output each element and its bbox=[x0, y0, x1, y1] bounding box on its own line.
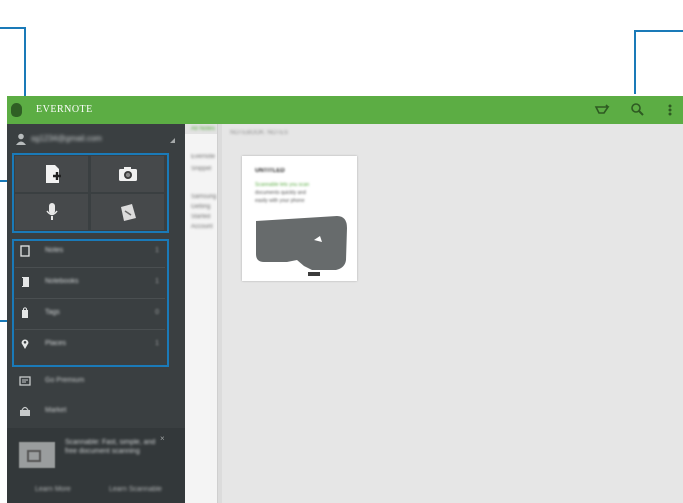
search-icon[interactable] bbox=[629, 101, 647, 119]
callout-account-horizontal bbox=[0, 27, 25, 29]
more-options-icon[interactable] bbox=[665, 101, 675, 119]
note-list-pane: All Notes Evernote Snippet Samsung Getti… bbox=[185, 124, 218, 503]
nav-item-go-premium[interactable]: Go Premium bbox=[15, 368, 175, 396]
premium-icon bbox=[19, 375, 31, 387]
account-dropdown-icon bbox=[170, 138, 175, 143]
promo-image bbox=[19, 442, 55, 468]
note-list-item[interactable]: Samsung bbox=[191, 194, 216, 200]
content-header: NOTEBOOK: NOTES bbox=[230, 130, 289, 136]
callout-search-horizontal bbox=[634, 30, 683, 32]
nav-item-market[interactable]: Market bbox=[15, 398, 175, 426]
person-icon bbox=[16, 133, 26, 145]
promo-close-icon[interactable]: × bbox=[160, 434, 165, 443]
note-thumbnail-image bbox=[256, 216, 347, 276]
callout-search-vertical bbox=[634, 30, 636, 94]
nav-item-label: Go Premium bbox=[45, 377, 85, 384]
account-selector[interactable]: sg1234@gmail.com bbox=[7, 124, 185, 154]
note-content-pane: NOTEBOOK: NOTES UNTITLED Scannable lets … bbox=[222, 124, 683, 503]
note-list-item[interactable]: Getting bbox=[191, 204, 210, 210]
promo-learn-more-button[interactable]: Learn More bbox=[35, 486, 71, 493]
note-list-item[interactable]: Evernote bbox=[191, 154, 215, 160]
evernote-logo-icon bbox=[11, 103, 22, 117]
market-icon bbox=[19, 405, 31, 417]
note-list-title: All Notes bbox=[191, 126, 216, 132]
account-email: sg1234@gmail.com bbox=[31, 134, 102, 143]
app-bar: EVERNOTE bbox=[7, 96, 683, 124]
highlight-nav-list bbox=[12, 239, 169, 367]
app-title: EVERNOTE bbox=[36, 104, 93, 115]
promo-scannable-button[interactable]: Learn Scannable bbox=[109, 486, 162, 493]
scannable-promo: Scannable: Fast, simple, and free docume… bbox=[7, 428, 185, 503]
work-chat-icon[interactable] bbox=[593, 101, 611, 119]
note-list-item[interactable]: Account bbox=[191, 224, 213, 230]
promo-text: Scannable: Fast, simple, and free docume… bbox=[65, 439, 156, 455]
note-thumbnail[interactable]: UNTITLED Scannable lets you scan documen… bbox=[242, 156, 357, 281]
highlight-quick-actions bbox=[12, 153, 169, 233]
nav-item-label: Market bbox=[45, 407, 67, 414]
note-list-item[interactable]: Started bbox=[191, 214, 210, 220]
note-list-item[interactable]: Snippet bbox=[191, 166, 211, 172]
